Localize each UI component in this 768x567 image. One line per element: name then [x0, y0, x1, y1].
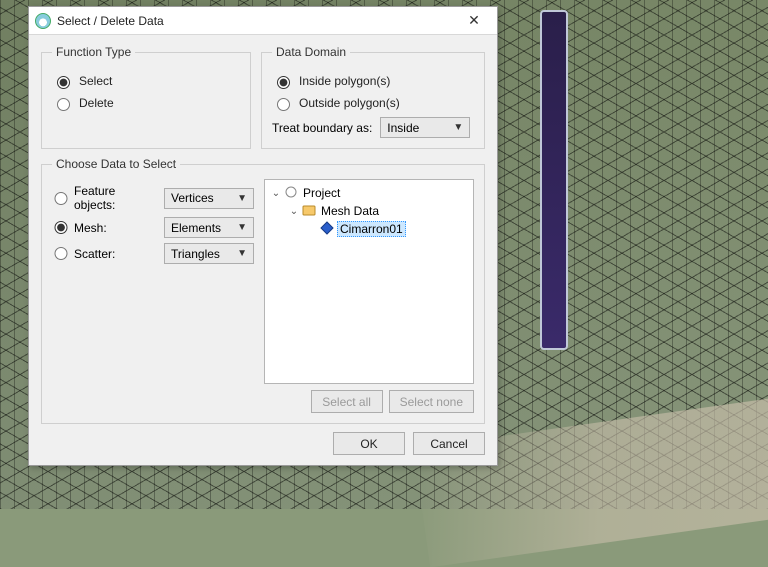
- choose-scatter-label[interactable]: Scatter:: [74, 247, 160, 261]
- choose-mesh-radio[interactable]: [52, 221, 70, 234]
- function-type-delete-label[interactable]: Delete: [79, 96, 114, 110]
- project-tree-panel: Project Mesh Data: [264, 179, 474, 413]
- choose-feature-value: Vertices: [171, 191, 214, 205]
- function-type-legend: Function Type: [52, 45, 135, 59]
- choose-data-group: Choose Data to Select Feature objects: V…: [41, 157, 485, 424]
- dialog-titlebar[interactable]: Select / Delete Data ✕: [29, 7, 497, 35]
- mesh-folder-icon: [302, 203, 316, 220]
- chevron-down-icon[interactable]: [289, 206, 299, 217]
- choose-feature-radio[interactable]: [52, 192, 70, 205]
- data-domain-outside-radio[interactable]: [277, 98, 290, 111]
- caret-down-icon: ▼: [237, 248, 247, 259]
- function-type-select-label[interactable]: Select: [79, 74, 112, 88]
- tree-node-project[interactable]: Project: [267, 184, 471, 202]
- choose-type-column: Feature objects: Vertices ▼ Mesh: Elemen…: [52, 179, 252, 413]
- caret-down-icon: ▼: [237, 222, 247, 233]
- treat-boundary-combo[interactable]: Inside ▼: [380, 117, 470, 138]
- data-domain-inside-radio[interactable]: [277, 76, 290, 89]
- select-delete-data-dialog: Select / Delete Data ✕ Function Type Sel…: [28, 6, 498, 466]
- choose-feature-label[interactable]: Feature objects:: [74, 184, 160, 212]
- treat-boundary-value: Inside: [387, 121, 419, 135]
- choose-mesh-combo[interactable]: Elements ▼: [164, 217, 254, 238]
- choose-scatter-combo[interactable]: Triangles ▼: [164, 243, 254, 264]
- choose-mesh-value: Elements: [171, 221, 221, 235]
- dialog-body: Function Type Select Delete Data Domain …: [29, 35, 497, 432]
- choose-data-legend: Choose Data to Select: [52, 157, 180, 171]
- mesh-item-icon: [320, 221, 334, 238]
- choose-feature-combo[interactable]: Vertices ▼: [164, 188, 254, 209]
- function-type-group: Function Type Select Delete: [41, 45, 251, 149]
- choose-scatter-radio[interactable]: [52, 247, 70, 260]
- tree-label-mesh-data: Mesh Data: [319, 204, 381, 218]
- tree-label-project: Project: [301, 186, 342, 200]
- close-icon[interactable]: ✕: [457, 12, 491, 29]
- function-type-select-radio[interactable]: [57, 76, 70, 89]
- select-all-button[interactable]: Select all: [311, 390, 383, 413]
- tree-label-cimarron01: Cimarron01: [337, 221, 406, 237]
- choose-scatter-value: Triangles: [171, 247, 220, 261]
- mesh-breach-feature: [540, 10, 568, 350]
- dialog-title: Select / Delete Data: [57, 14, 457, 28]
- function-type-delete-radio[interactable]: [57, 98, 70, 111]
- tree-node-cimarron01[interactable]: Cimarron01: [267, 220, 471, 238]
- select-none-button[interactable]: Select none: [389, 390, 474, 413]
- app-icon: [35, 13, 51, 29]
- dialog-button-row: OK Cancel: [29, 432, 497, 465]
- data-domain-group: Data Domain Inside polygon(s) Outside po…: [261, 45, 485, 149]
- caret-down-icon: ▼: [453, 122, 463, 133]
- data-domain-legend: Data Domain: [272, 45, 350, 59]
- treat-boundary-label: Treat boundary as:: [272, 121, 372, 135]
- chevron-down-icon[interactable]: [271, 188, 281, 199]
- ok-button[interactable]: OK: [333, 432, 405, 455]
- tree-node-mesh-data[interactable]: Mesh Data: [267, 202, 471, 220]
- data-domain-outside-label[interactable]: Outside polygon(s): [299, 96, 400, 110]
- project-tree[interactable]: Project Mesh Data: [264, 179, 474, 384]
- caret-down-icon: ▼: [237, 193, 247, 204]
- project-icon: [284, 185, 298, 202]
- choose-mesh-label[interactable]: Mesh:: [74, 221, 160, 235]
- data-domain-inside-label[interactable]: Inside polygon(s): [299, 74, 390, 88]
- cancel-button[interactable]: Cancel: [413, 432, 485, 455]
